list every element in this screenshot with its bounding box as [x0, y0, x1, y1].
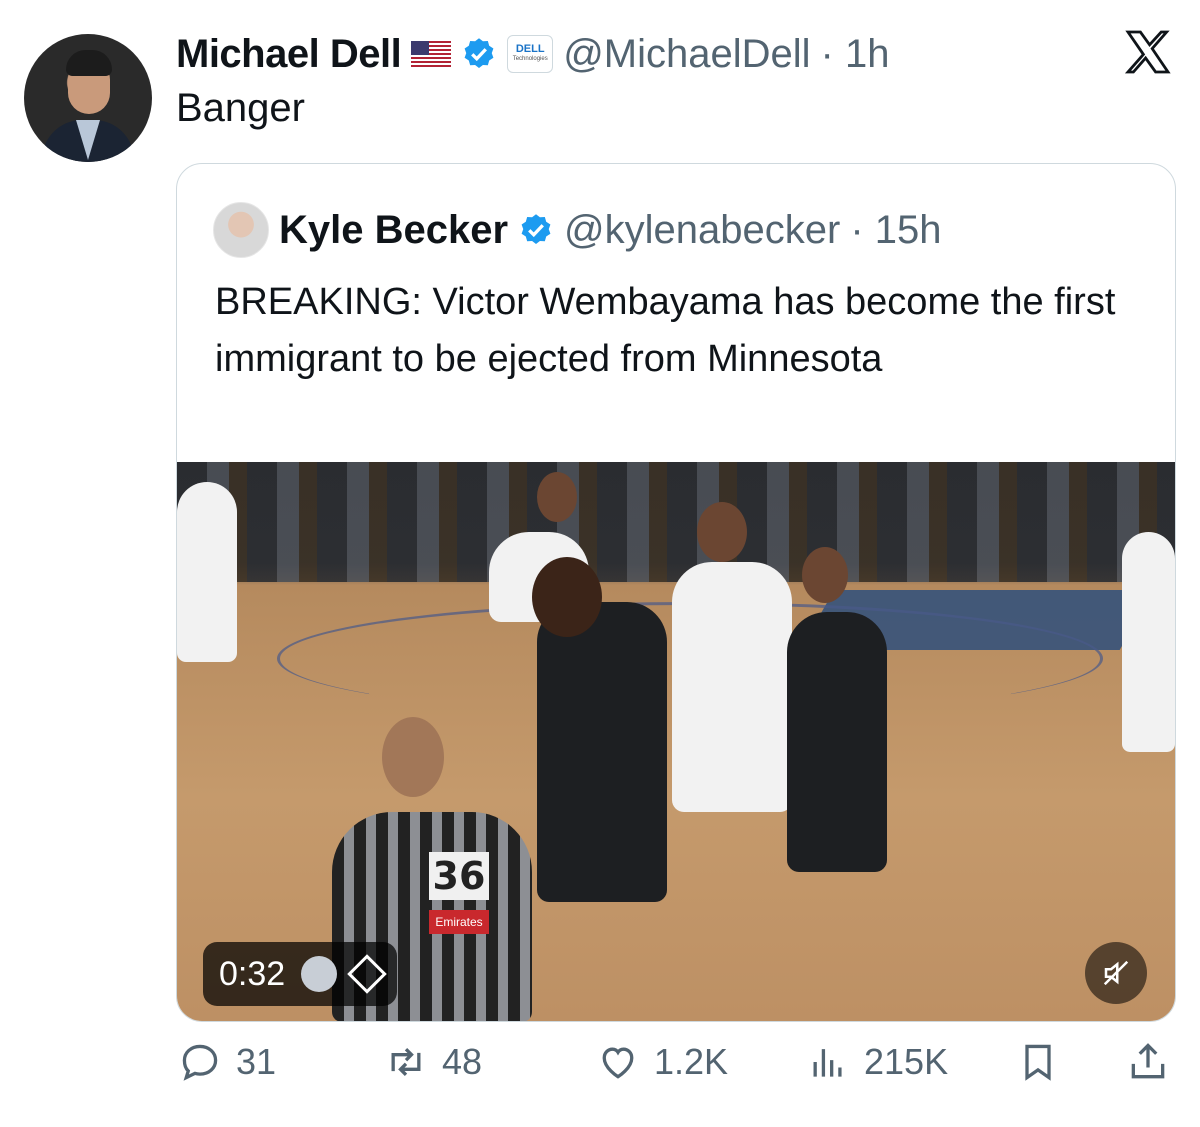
- us-flag-icon: [411, 41, 452, 67]
- badge-subtitle: Technologies: [512, 56, 548, 62]
- quoted-tweet-card[interactable]: Kyle Becker @kylenabecker · 15h BREAKING…: [176, 163, 1176, 1022]
- video-player[interactable]: 36 Emirates 0:32: [177, 462, 1175, 1021]
- reply-count: 31: [236, 1041, 277, 1082]
- reply-button[interactable]: 31: [178, 1040, 276, 1084]
- quoted-tweet-time[interactable]: · 15h: [850, 208, 941, 253]
- tweet-text: Banger: [176, 86, 305, 130]
- mute-button[interactable]: [1085, 942, 1147, 1004]
- referee-number: 36: [429, 852, 489, 900]
- reply-icon: [182, 1044, 218, 1081]
- author-name[interactable]: Michael Dell: [176, 32, 402, 77]
- referee-patch: Emirates: [429, 910, 489, 934]
- verified-badge-icon: [464, 38, 494, 68]
- tweet-actions: 31 48 1.2K 215K: [0, 1040, 1200, 1100]
- tweet-time[interactable]: · 1h: [821, 32, 890, 77]
- muted-speaker-icon: [1103, 960, 1129, 986]
- video-player-figure: [177, 482, 237, 662]
- repost-button[interactable]: 48: [384, 1040, 482, 1084]
- badge-title: DELL: [515, 43, 545, 55]
- video-player-head: [697, 502, 747, 562]
- quoted-author-avatar[interactable]: [213, 202, 269, 258]
- video-duration: 0:32: [219, 954, 286, 993]
- video-player-figure: [672, 562, 792, 812]
- repost-count: 48: [442, 1041, 483, 1082]
- video-player-head: [532, 557, 602, 637]
- share-icon: [1131, 1043, 1165, 1079]
- video-player-figure: [537, 602, 667, 902]
- like-count: 1.2K: [654, 1041, 729, 1082]
- quoted-author-handle[interactable]: @kylenabecker: [564, 208, 840, 253]
- quoted-tweet-text: BREAKING: Victor Wembayama has become th…: [215, 281, 1116, 380]
- repost-icon: [391, 1047, 421, 1077]
- video-referee-head: [382, 717, 444, 797]
- quoted-author-name[interactable]: Kyle Becker: [279, 208, 508, 253]
- video-player-figure: [787, 612, 887, 872]
- video-crowd: [177, 462, 1175, 582]
- views-button[interactable]: 215K: [806, 1040, 948, 1084]
- dell-affiliate-badge[interactable]: DELL Technologies: [507, 35, 554, 73]
- share-button[interactable]: [1126, 1040, 1170, 1084]
- tweet-header: Michael Dell DELL Technologies @MichaelD…: [176, 26, 889, 82]
- x-logo-icon: [1124, 30, 1171, 74]
- bookmark-button[interactable]: [1016, 1040, 1060, 1084]
- video-player-figure: [1122, 532, 1175, 752]
- diamond-icon: [347, 954, 387, 994]
- video-player-head: [802, 547, 848, 603]
- verified-badge-icon: [521, 214, 551, 244]
- author-handle[interactable]: @MichaelDell: [563, 32, 810, 77]
- heart-icon: [602, 1047, 634, 1079]
- views-count: 215K: [864, 1041, 949, 1082]
- bookmark-icon: [1025, 1044, 1051, 1081]
- views-chart-icon: [813, 1049, 842, 1077]
- creator-avatar-icon: [301, 956, 338, 992]
- video-timer: 0:32: [203, 942, 398, 1006]
- video-player-head: [537, 472, 577, 522]
- author-avatar[interactable]: [24, 34, 152, 162]
- like-button[interactable]: 1.2K: [596, 1040, 728, 1084]
- quoted-tweet-header: Kyle Becker @kylenabecker · 15h: [213, 200, 942, 260]
